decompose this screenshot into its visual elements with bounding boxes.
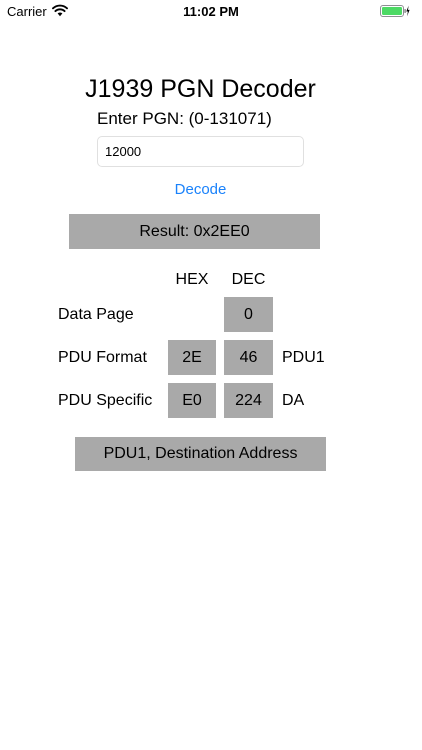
data-page-dec-text: 0 [244, 305, 253, 323]
pgn-prompt-label: Enter PGN: (0-131071) [97, 109, 272, 128]
clock: 11:02 PM [183, 4, 239, 19]
pdu-specific-dec-text: 224 [235, 391, 262, 409]
page-title: J1939 PGN Decoder [85, 75, 316, 103]
pdu-specific-hex-text: E0 [182, 391, 202, 409]
pdu-format-dec-value: 46 [224, 340, 273, 375]
pdu-specific-type-label: DA [282, 392, 305, 409]
pdu-type-display: PDU1, Destination Address [75, 437, 326, 471]
result-display: Result: 0x2EE0 [69, 214, 320, 249]
pdu-format-hex-text: 2E [182, 348, 202, 366]
data-page-label: Data Page [58, 306, 134, 323]
data-page-dec-value: 0 [224, 297, 273, 332]
decode-button[interactable]: Decode [0, 180, 401, 200]
pgn-input[interactable] [97, 136, 304, 167]
pdu-format-label: PDU Format [58, 349, 147, 366]
pdu-format-hex-value: 2E [168, 340, 216, 375]
status-bar: Carrier 11:02 PM [0, 0, 422, 24]
hex-column-header: HEX [175, 271, 209, 288]
battery-icon [380, 5, 410, 17]
result-label: Result: 0x2EE0 [139, 222, 250, 240]
pdu-format-dec-text: 46 [239, 348, 258, 366]
pdu-specific-hex-value: E0 [168, 383, 216, 418]
dec-column-header: DEC [231, 271, 266, 288]
pdu-format-type-label: PDU1 [282, 349, 325, 366]
pdu-specific-dec-value: 224 [224, 383, 273, 418]
pdu-type-label: PDU1, Destination Address [103, 445, 298, 462]
pdu-specific-label: PDU Specific [58, 392, 153, 409]
